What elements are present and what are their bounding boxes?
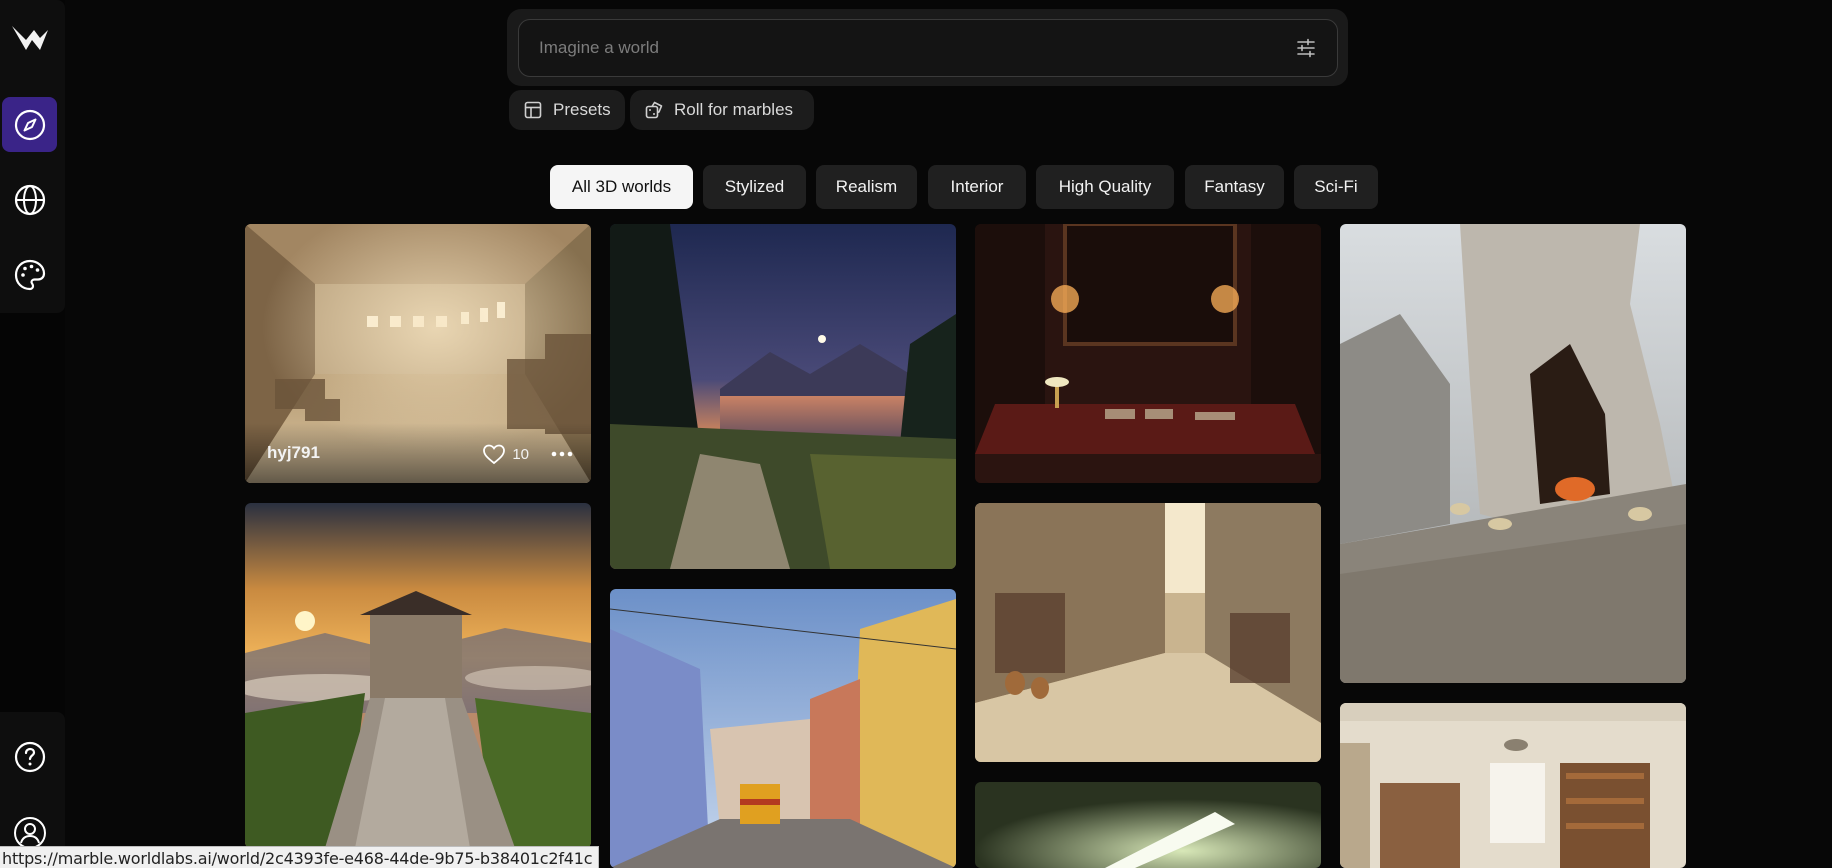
like-button[interactable]: 10 — [482, 443, 529, 465]
user-icon — [13, 816, 46, 849]
world-card[interactable] — [975, 782, 1321, 868]
like-count: 10 — [512, 445, 529, 463]
sidebar-item-worlds[interactable] — [2, 172, 57, 227]
world-card[interactable] — [245, 503, 591, 848]
help-icon — [14, 741, 45, 772]
world-thumbnail — [610, 589, 956, 868]
status-url: https://marble.worldlabs.ai/world/2c4393… — [0, 846, 600, 868]
prompt-box — [518, 19, 1338, 77]
world-card[interactable]: hyj791 10 — [245, 224, 591, 483]
sliders-icon[interactable] — [1295, 37, 1317, 59]
roll-label: Roll for marbles — [674, 100, 794, 119]
help-button[interactable] — [2, 729, 57, 784]
world-thumbnail — [1340, 224, 1686, 683]
presets-button[interactable]: Presets — [509, 90, 625, 130]
layout-icon — [524, 101, 542, 119]
filter-fantasy[interactable]: Fantasy — [1185, 165, 1284, 209]
world-thumbnail — [975, 503, 1321, 762]
filter-interior[interactable]: Interior — [928, 165, 1026, 209]
worldlabs-logo-icon[interactable] — [10, 16, 50, 56]
prompt-input[interactable] — [537, 20, 1277, 76]
sidebar-item-explore[interactable] — [2, 97, 57, 152]
world-card[interactable] — [1340, 703, 1686, 868]
globe-icon — [14, 184, 45, 215]
roll-for-marbles-button[interactable]: Roll for marbles — [630, 90, 814, 130]
world-thumbnail — [975, 224, 1321, 483]
world-card[interactable] — [610, 224, 956, 569]
world-card[interactable] — [975, 503, 1321, 762]
filter-realism[interactable]: Realism — [816, 165, 917, 209]
compass-icon — [14, 109, 45, 140]
sidebar — [0, 0, 65, 868]
filter-sci-fi[interactable]: Sci-Fi — [1294, 165, 1378, 209]
filter-high-quality[interactable]: High Quality — [1036, 165, 1174, 209]
world-card[interactable] — [610, 589, 956, 868]
world-card[interactable] — [975, 224, 1321, 483]
heart-icon — [483, 444, 506, 465]
sidebar-top-panel — [0, 0, 65, 313]
more-options-icon[interactable] — [551, 451, 573, 457]
world-thumbnail — [1340, 703, 1686, 868]
filter-stylized[interactable]: Stylized — [703, 165, 806, 209]
world-thumbnail — [245, 503, 591, 848]
world-card[interactable] — [1340, 224, 1686, 683]
sidebar-item-styles[interactable] — [2, 247, 57, 302]
card-author[interactable]: hyj791 — [267, 443, 320, 463]
palette-icon — [14, 259, 45, 290]
presets-label: Presets — [553, 100, 611, 119]
filter-all-3d-worlds[interactable]: All 3D worlds — [550, 165, 693, 209]
world-thumbnail — [610, 224, 956, 569]
world-thumbnail — [975, 782, 1321, 868]
dice-icon — [645, 101, 663, 119]
sidebar-bottom-panel — [0, 712, 65, 868]
